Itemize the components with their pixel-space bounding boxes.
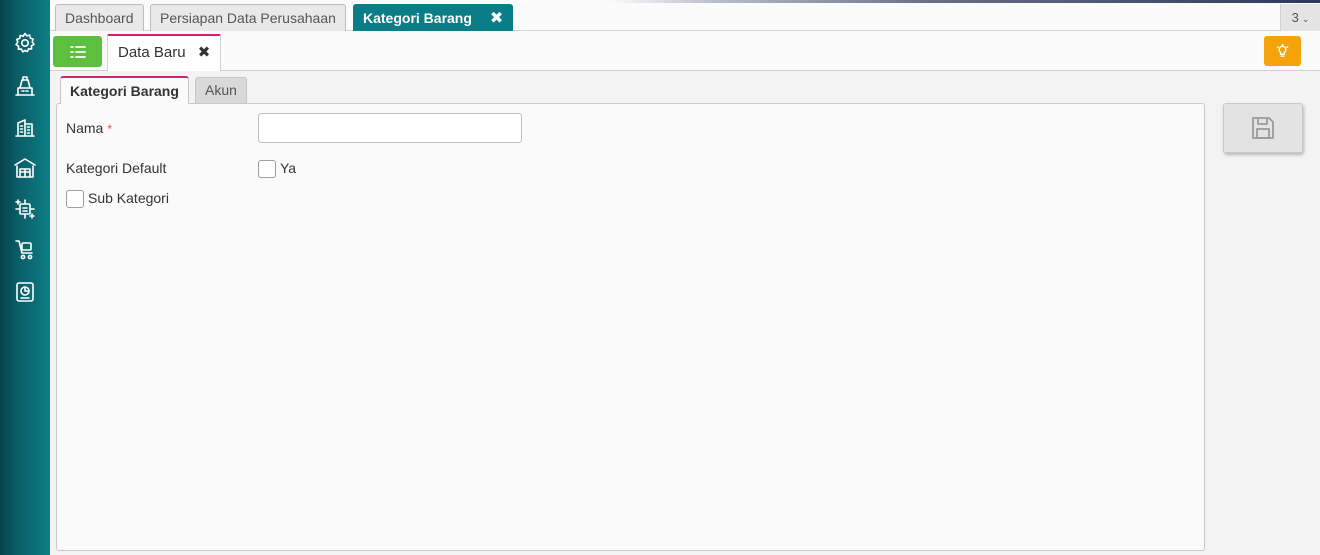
list-button[interactable] bbox=[53, 36, 102, 67]
company-building-icon[interactable] bbox=[11, 113, 39, 141]
save-button[interactable] bbox=[1223, 103, 1303, 153]
nama-label-text: Nama bbox=[66, 120, 104, 136]
tips-button[interactable] bbox=[1264, 36, 1301, 66]
tab-label: Dashboard bbox=[65, 10, 134, 26]
tab-persiapan-data-perusahaan[interactable]: Persiapan Data Perusahaan bbox=[150, 4, 346, 31]
report-icon[interactable] bbox=[11, 278, 39, 306]
form-tab-label: Kategori Barang bbox=[70, 83, 179, 99]
transfer-icon[interactable] bbox=[11, 195, 39, 223]
close-icon[interactable]: ✖ bbox=[490, 6, 503, 32]
form-panel: Nama * Kategori Default Ya Sub Kategori bbox=[56, 103, 1205, 551]
ya-label: Ya bbox=[280, 160, 297, 176]
top-tab-strip: Dashboard Persiapan Data Perusahaan Kate… bbox=[50, 0, 1320, 31]
cart-icon[interactable] bbox=[11, 236, 39, 264]
tab-count-dropdown[interactable]: 3 ⌄ bbox=[1280, 4, 1320, 31]
warehouse-icon[interactable] bbox=[11, 154, 39, 182]
tab-count: 3 bbox=[1291, 10, 1299, 25]
header-decoration bbox=[610, 0, 1320, 3]
document-toolbar: Data Baru ✖ bbox=[50, 31, 1320, 71]
sub-kategori-label: Sub Kategori bbox=[88, 190, 169, 206]
office-building-icon[interactable] bbox=[11, 72, 39, 100]
kategori-default-checkbox[interactable] bbox=[258, 160, 276, 178]
sidebar bbox=[0, 0, 50, 555]
doc-tab-label: Data Baru bbox=[118, 44, 186, 61]
tab-akun[interactable]: Akun bbox=[195, 77, 247, 103]
nama-label: Nama * bbox=[66, 120, 112, 136]
nama-input[interactable] bbox=[258, 113, 522, 143]
tab-kategori-barang[interactable]: Kategori Barang ✖ bbox=[353, 4, 514, 32]
lightbulb-icon bbox=[1276, 43, 1289, 57]
sub-kategori-checkbox[interactable] bbox=[66, 190, 84, 208]
list-icon bbox=[69, 45, 86, 58]
kategori-default-label: Kategori Default bbox=[66, 160, 167, 176]
chevron-down-icon: ⌄ bbox=[1301, 14, 1310, 24]
form-tab-label: Akun bbox=[205, 82, 237, 98]
save-icon bbox=[1252, 117, 1274, 139]
tab-kategori-barang-form[interactable]: Kategori Barang bbox=[60, 76, 189, 104]
gear-icon[interactable] bbox=[11, 29, 39, 57]
tab-label: Persiapan Data Perusahaan bbox=[160, 10, 336, 26]
tab-label: Kategori Barang bbox=[363, 10, 472, 26]
close-icon[interactable]: ✖ bbox=[198, 36, 211, 69]
doc-tab-data-baru[interactable]: Data Baru ✖ bbox=[107, 34, 222, 71]
tab-dashboard[interactable]: Dashboard bbox=[55, 4, 144, 31]
required-mark: * bbox=[107, 122, 113, 136]
